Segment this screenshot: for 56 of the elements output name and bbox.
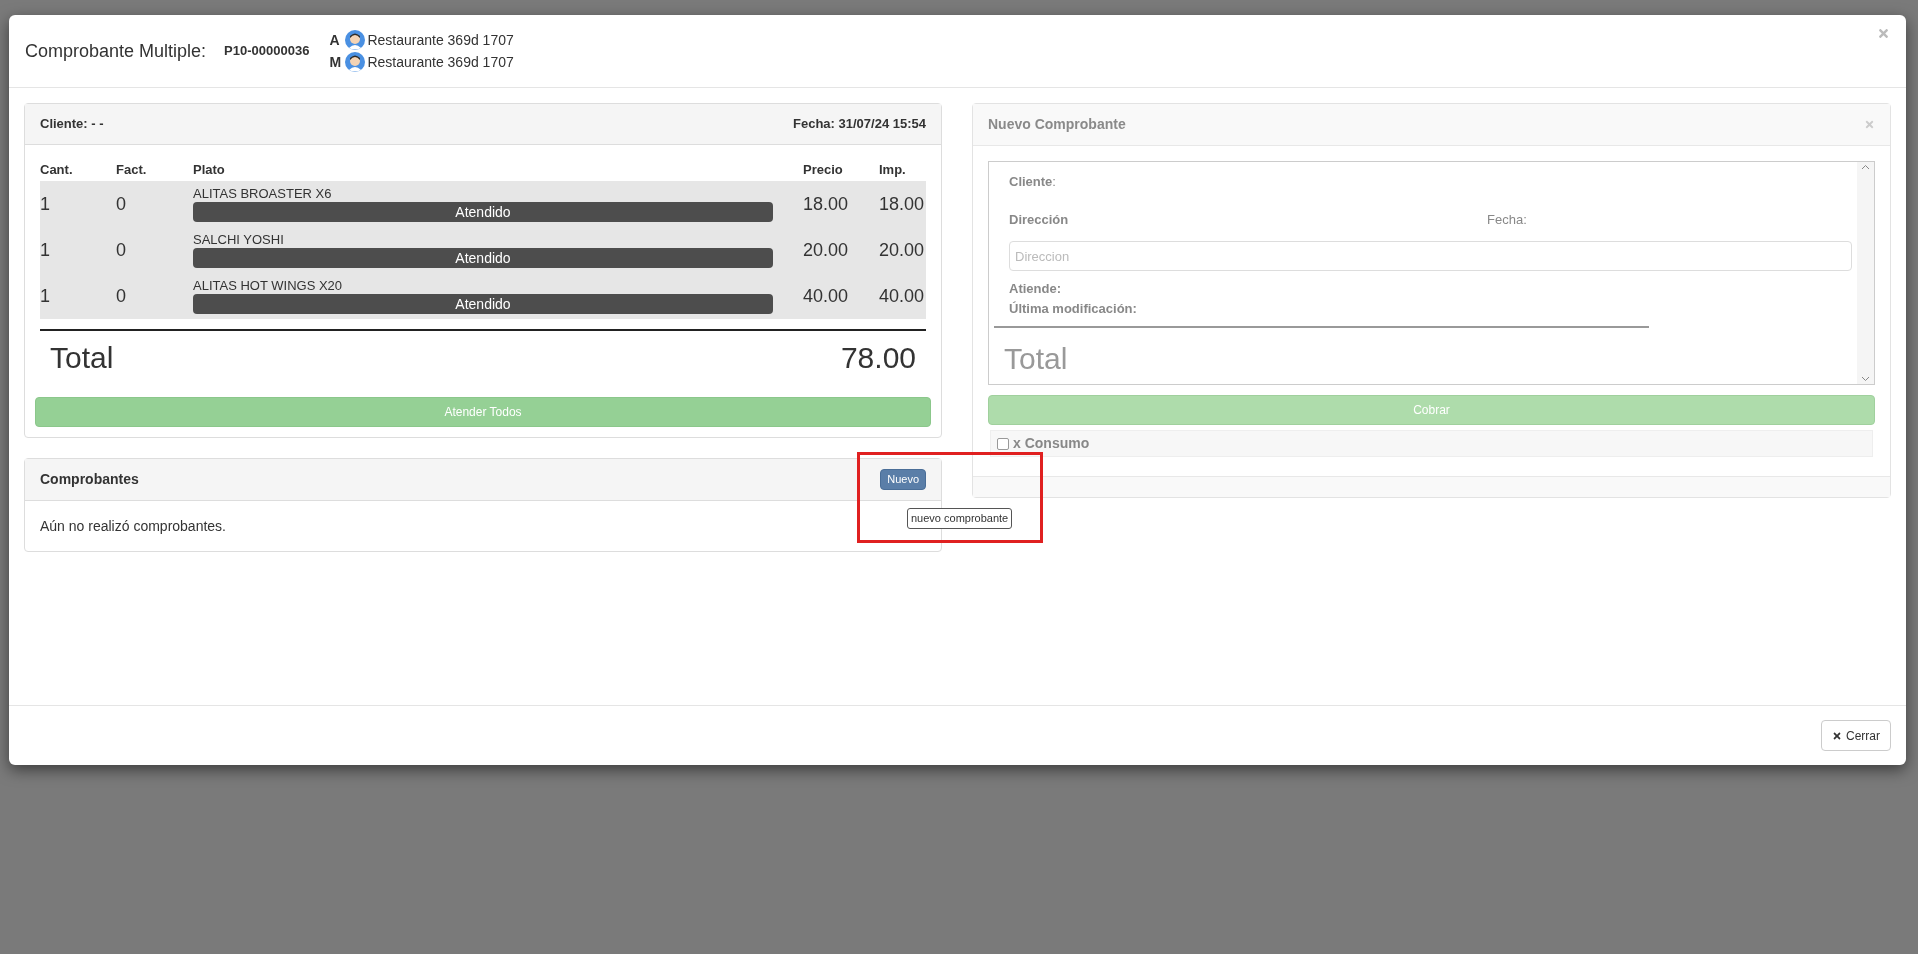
user-name: Restaurante 369d 1707: [367, 52, 514, 72]
address-field[interactable]: Direccion: [1009, 241, 1852, 271]
column-header: Cant.: [40, 161, 74, 180]
avatar-icon: [345, 52, 366, 72]
table-cell-text: 40.00: [803, 284, 850, 308]
close-button[interactable]: [1864, 119, 1875, 130]
close-icon: [1832, 730, 1842, 741]
table-cell-text: 0: [116, 284, 127, 308]
checkbox-label: x Consumo: [1013, 434, 1090, 453]
status-badge: Atendido: [193, 202, 773, 222]
table-cell-text: 0: [116, 192, 127, 216]
panel-title: Comprobantes: [40, 470, 139, 489]
column-header: Imp.: [879, 161, 906, 180]
dish-name: ALITAS HOT WINGS X20: [193, 278, 344, 294]
column-header: Precio: [803, 161, 844, 180]
table-cell-text: 1: [40, 238, 51, 262]
date-label: Fecha:: [1487, 210, 1527, 229]
table-cell-text: 1: [40, 284, 51, 308]
status-badge: Atendido: [193, 248, 773, 268]
scrollbar[interactable]: [1857, 162, 1874, 384]
panel-title: Nuevo Comprobante: [988, 115, 1126, 134]
client-label: Cliente:: [1009, 173, 1057, 191]
table-cell-text: 1: [40, 192, 51, 216]
total-amount: 78.00: [840, 339, 916, 376]
column-header: Fact.: [116, 161, 148, 180]
address-label: Dirección: [1009, 210, 1070, 229]
status-badge: Atendido: [193, 294, 773, 314]
voucher-code: P10-00000036: [224, 42, 310, 61]
tooltip: nuevo comprobante: [907, 508, 1013, 529]
avatar-icon: [345, 30, 366, 50]
empty-message: Aún no realizó comprobantes.: [40, 516, 226, 536]
date-label: Fecha: 31/07/24 15:54: [793, 115, 926, 134]
table-cell-text: 18.00: [803, 192, 850, 216]
table-cell-text: 0: [116, 238, 127, 262]
table-cell-text: 40.00: [879, 284, 925, 308]
table-cell-text: 18.00: [879, 192, 925, 216]
scroll-down-icon[interactable]: [1861, 376, 1870, 382]
total-label: Total: [1004, 341, 1069, 377]
client-label: Cliente: - -: [40, 115, 104, 134]
modified-label: Última modificación:: [1009, 299, 1138, 318]
close-button[interactable]: [1877, 27, 1890, 40]
user-name: Restaurante 369d 1707: [367, 30, 514, 50]
dish-name: ALITAS BROASTER X6: [193, 186, 333, 202]
column-header: Plato: [193, 161, 226, 180]
table-cell-text: 20.00: [879, 238, 925, 262]
scroll-up-icon[interactable]: [1861, 164, 1870, 170]
role-label: A: [329, 30, 341, 50]
role-label: M: [329, 52, 343, 72]
table-cell-text: 20.00: [803, 238, 850, 262]
dish-name: SALCHI YOSHI: [193, 232, 285, 248]
close-button[interactable]: Cerrar: [1821, 720, 1891, 751]
attends-label: Atiende:: [1009, 280, 1062, 298]
checkbox[interactable]: [997, 437, 1009, 450]
modal-title: Comprobante Multiple:: [25, 39, 207, 63]
new-button[interactable]: Nuevo: [880, 469, 926, 490]
total-label: Total: [50, 339, 114, 376]
